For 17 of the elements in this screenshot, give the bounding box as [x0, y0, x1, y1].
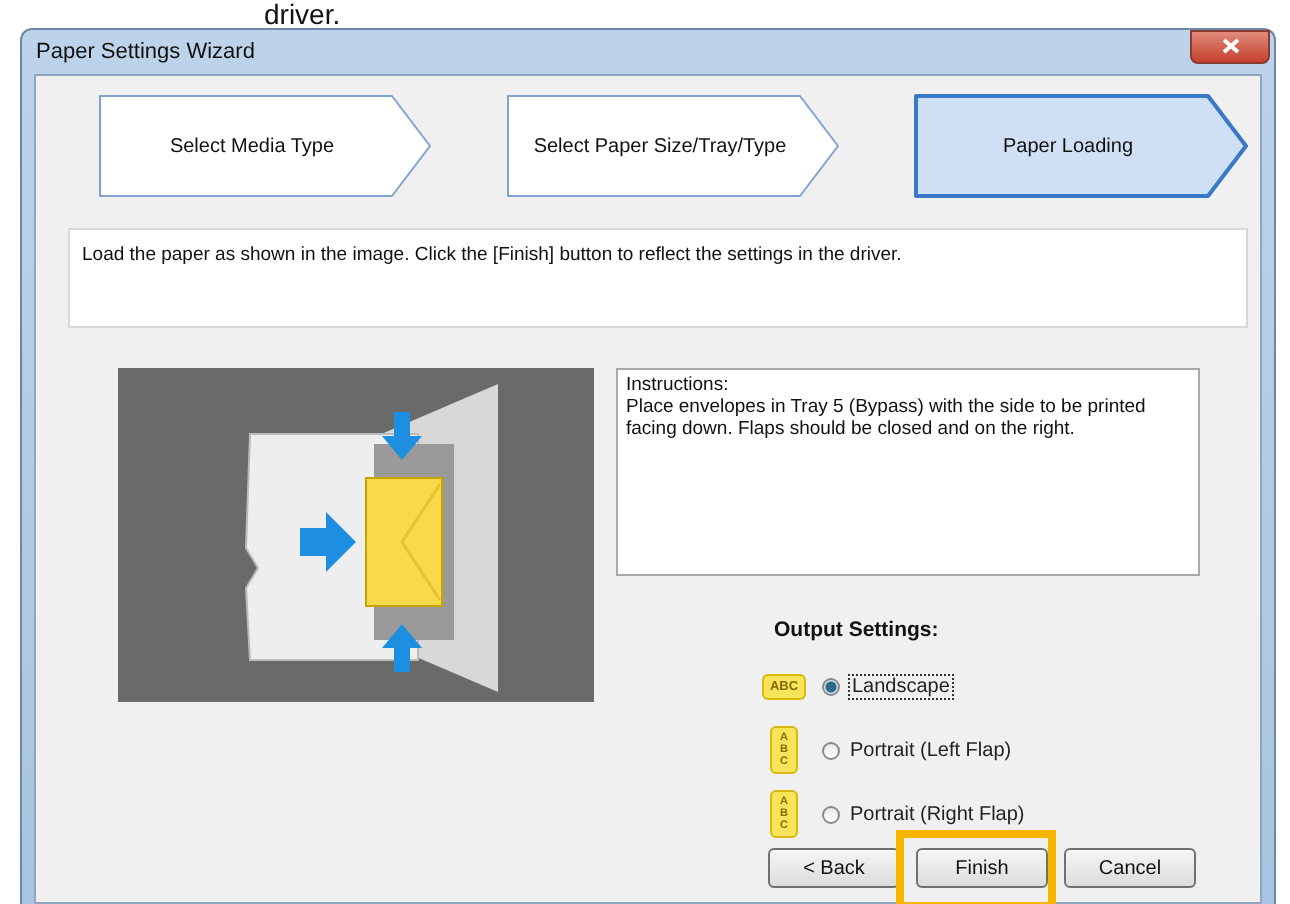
caption-text: driver. [262, 0, 343, 28]
close-button[interactable] [1190, 29, 1270, 63]
dialog-button[interactable]: Cancel [1064, 848, 1196, 888]
message-text: Load the paper as shown in the image. Click the [Finish] button to reflect the settings in the driver. [68, 228, 1248, 328]
dialog-button[interactable]: Finish [916, 848, 1048, 888]
close-icon [1221, 38, 1239, 54]
instructions-text: Place envelopes in Tray 5 (Bypass) with the side to be printed facing down. Flaps should be closed and on the right. [626, 396, 1148, 440]
dialog-button[interactable]: < Back [768, 848, 900, 888]
wizard-step[interactable]: Select Media Type [96, 92, 436, 200]
wizard-step[interactable]: Paper Loading [912, 92, 1252, 200]
orientation-radio[interactable]: Portrait (Right Flap) [822, 803, 1025, 825]
wizard-step[interactable]: Select Paper Size/Tray/Type [504, 92, 844, 200]
instructions-heading: Instructions: [626, 374, 731, 396]
output-settings-label: Output Settings: [774, 618, 941, 642]
orientation-radio[interactable]: Portrait (Left Flap) [822, 739, 1012, 761]
orientation-radio[interactable]: Landscape [822, 675, 952, 697]
window-title: Paper Settings Wizard [34, 40, 255, 64]
